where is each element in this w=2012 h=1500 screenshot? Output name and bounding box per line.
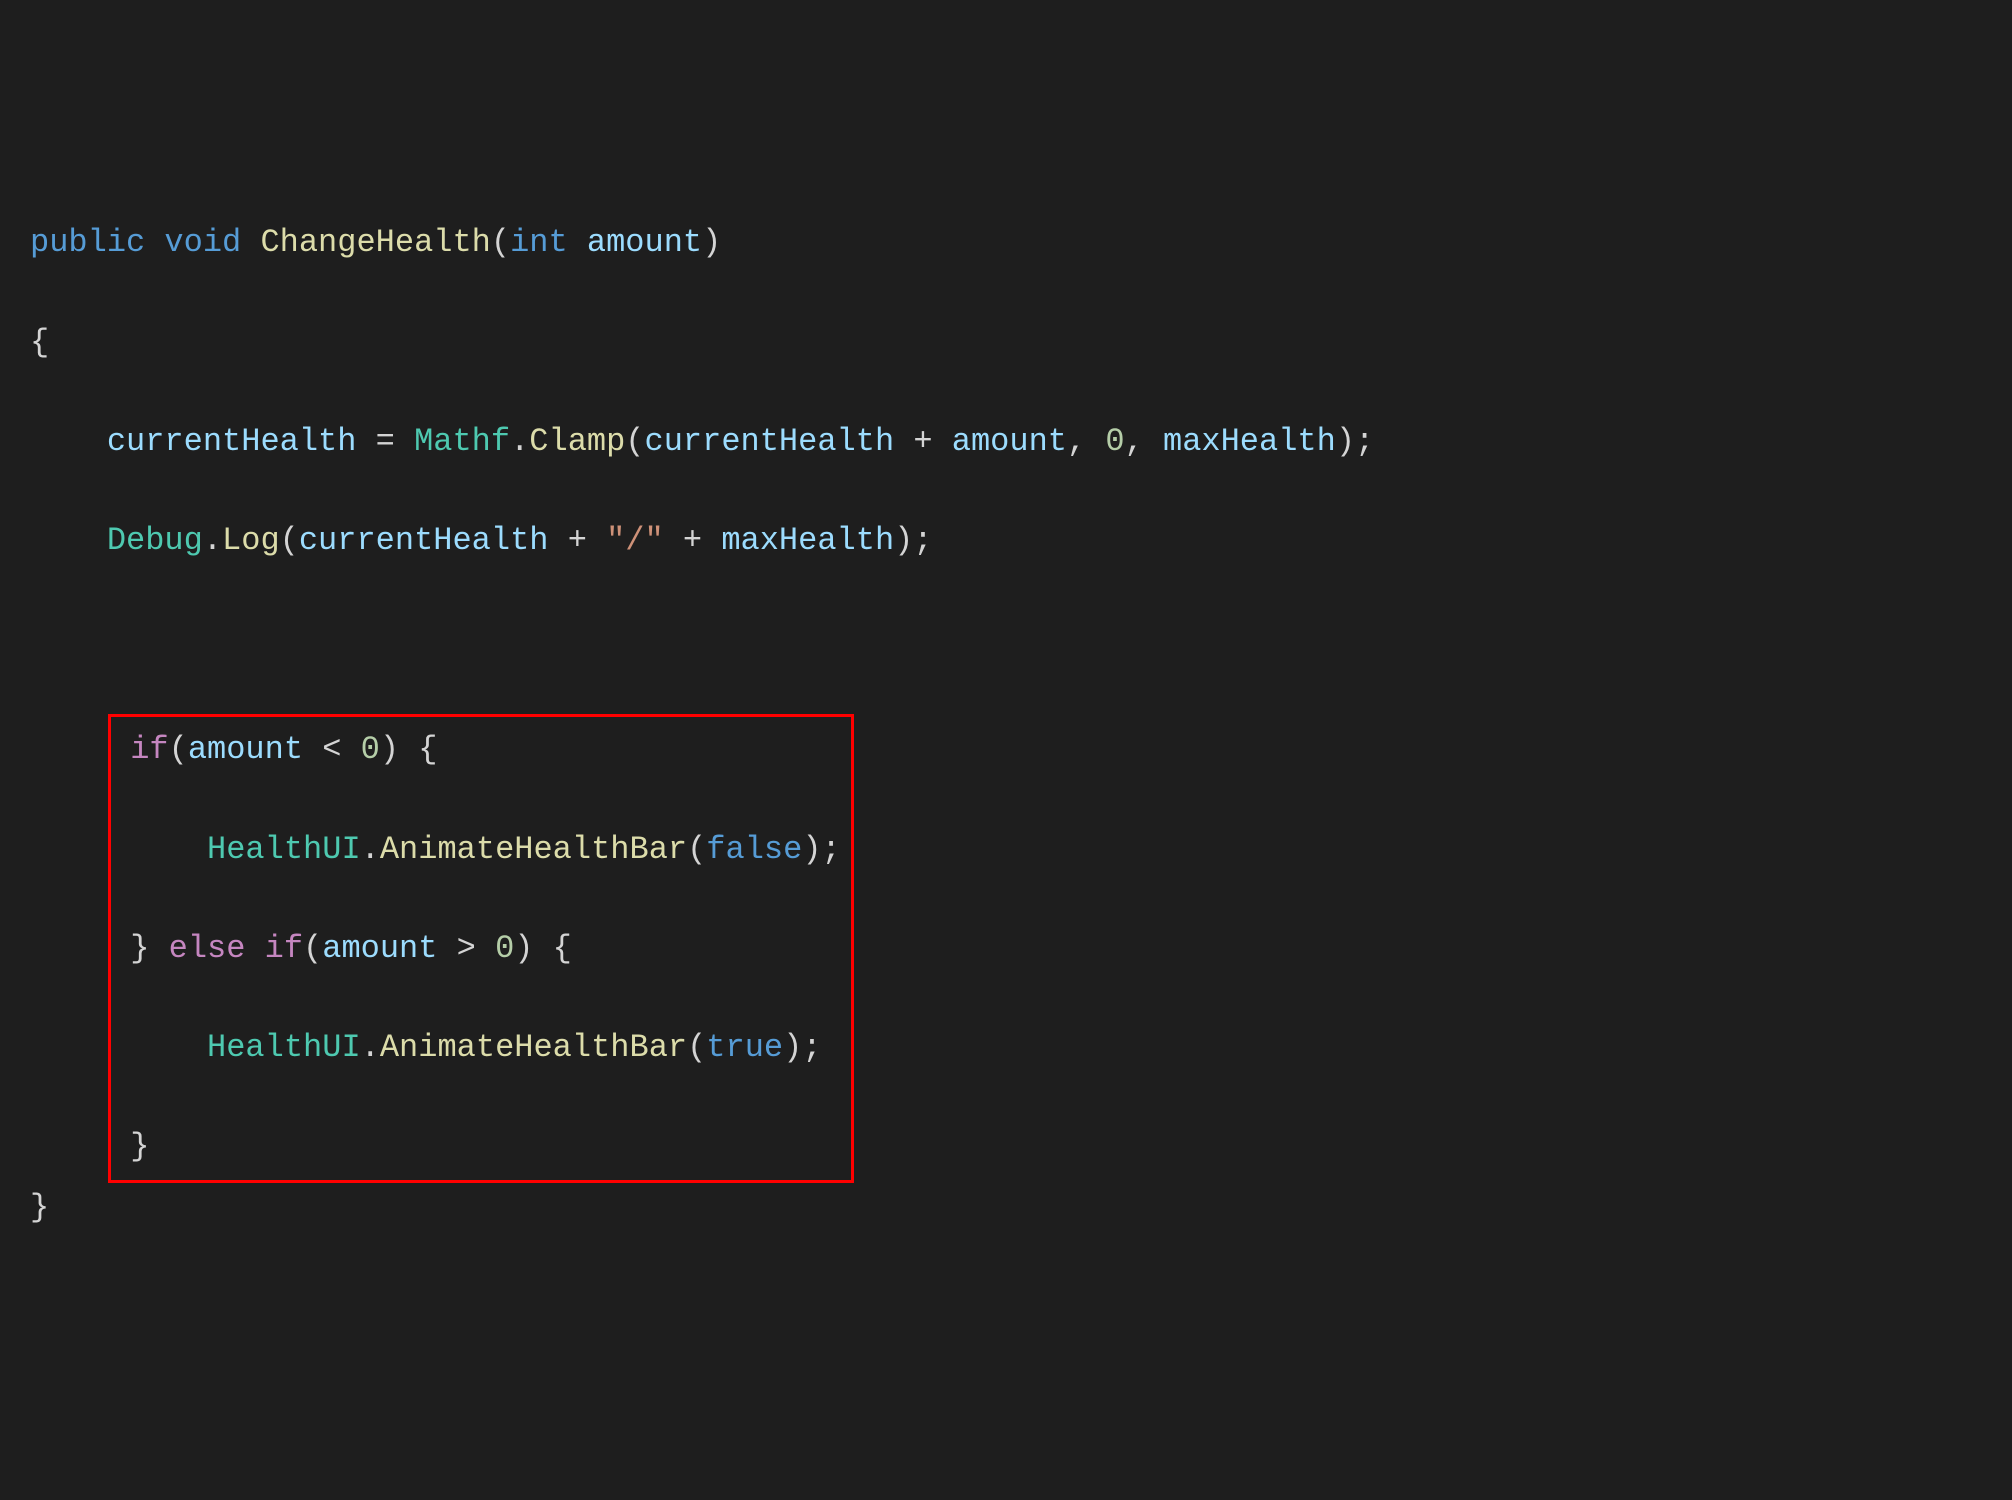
method-AnimateHealthBar: AnimateHealthBar — [380, 1029, 687, 1066]
keyword-int: int — [510, 224, 568, 261]
keyword-if: if — [265, 930, 303, 967]
string-literal: "/" — [606, 522, 664, 559]
brace-close: } — [30, 1189, 49, 1226]
code-editor[interactable]: public void ChangeHealth(int amount) { c… — [30, 218, 2012, 1232]
code-line-6: if(amount < 0) { — [111, 725, 841, 775]
method-Log: Log — [222, 522, 280, 559]
method-Clamp: Clamp — [529, 423, 625, 460]
type-HealthUI: HealthUI — [207, 1029, 361, 1066]
code-line-3: currentHealth = Mathf.Clamp(currentHealt… — [30, 417, 2012, 467]
field-currentHealth: currentHealth — [107, 423, 357, 460]
code-line-10: } — [111, 1122, 841, 1172]
highlighted-code-block: if(amount < 0) { HealthUI.AnimateHealthB… — [108, 714, 854, 1182]
keyword-true: true — [706, 1029, 783, 1066]
keyword-false: false — [706, 831, 802, 868]
paren-close: ) — [702, 224, 721, 261]
keyword-if: if — [130, 731, 168, 768]
type-HealthUI: HealthUI — [207, 831, 361, 868]
keyword-else: else — [169, 930, 246, 967]
keyword-public: public — [30, 224, 145, 261]
brace-open: { — [30, 324, 49, 361]
code-line-2: { — [30, 318, 2012, 368]
code-line-5-blank — [30, 615, 2012, 665]
paren-open: ( — [491, 224, 510, 261]
method-declaration-name: ChangeHealth — [260, 224, 490, 261]
code-line-11: } — [30, 1183, 2012, 1233]
parameter-name: amount — [587, 224, 702, 261]
method-AnimateHealthBar: AnimateHealthBar — [380, 831, 687, 868]
keyword-void: void — [164, 224, 241, 261]
code-line-7: HealthUI.AnimateHealthBar(false); — [111, 825, 841, 875]
code-line-8: } else if(amount > 0) { — [111, 924, 841, 974]
type-Mathf: Mathf — [414, 423, 510, 460]
type-Debug: Debug — [107, 522, 203, 559]
code-line-9: HealthUI.AnimateHealthBar(true); — [111, 1023, 841, 1073]
code-line-4: Debug.Log(currentHealth + "/" + maxHealt… — [30, 516, 2012, 566]
code-line-1: public void ChangeHealth(int amount) — [30, 218, 2012, 268]
